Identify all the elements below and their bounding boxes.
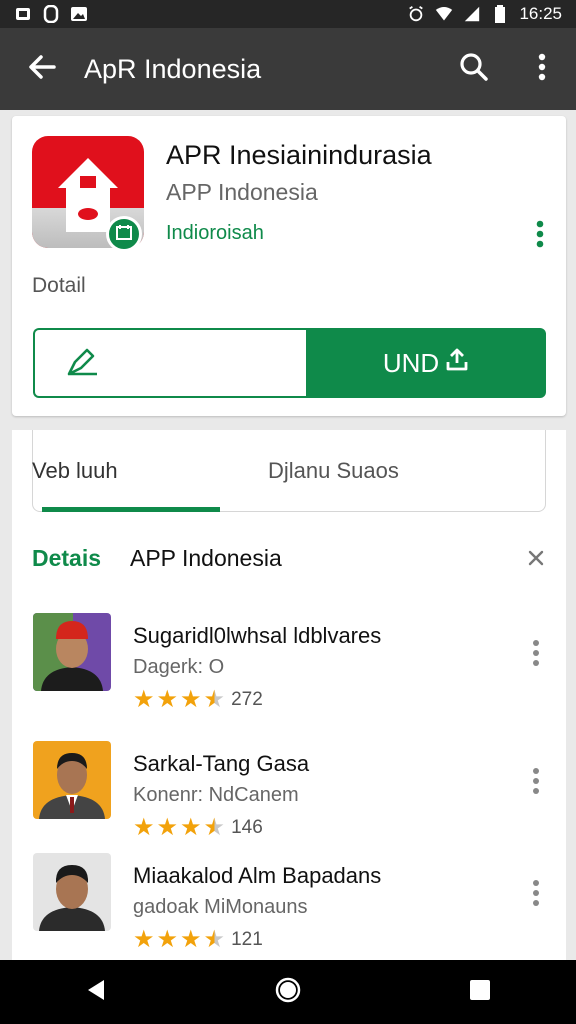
item-more-button[interactable] <box>522 875 550 915</box>
edit-button[interactable] <box>33 328 306 398</box>
page-title: ApR Indonesia <box>84 53 262 84</box>
star-icon: ★ <box>156 814 179 841</box>
nav-home-button[interactable] <box>258 962 318 1022</box>
search-button[interactable] <box>440 28 508 110</box>
tab-second[interactable]: Djlanu Suaos <box>268 430 399 512</box>
close-icon <box>526 548 546 573</box>
arrow-left-icon <box>27 52 57 87</box>
rating-stars: ★ ★ ★ ★ 272 <box>133 688 263 712</box>
overflow-menu-button[interactable] <box>508 28 576 110</box>
nav-back-button[interactable] <box>66 962 126 1022</box>
rating-stars: ★ ★ ★ ★ 121 <box>133 928 263 952</box>
clock: 16:25 <box>519 4 562 23</box>
app-category[interactable]: Indioroisah <box>166 222 264 245</box>
more-vertical-icon <box>538 53 546 86</box>
nav-recents-icon <box>469 979 491 1006</box>
item-name: Sugaridl0lwhsal ldblvares <box>133 623 382 648</box>
avatar <box>33 853 111 931</box>
star-icon: ★ <box>156 686 179 713</box>
item-more-button[interactable] <box>522 763 550 803</box>
system-nav-bar <box>0 960 576 1024</box>
edit-icon <box>65 344 101 383</box>
list-item[interactable]: Miaakalod Alm Bapadans gadoak MiMonauns … <box>12 853 566 973</box>
close-button[interactable] <box>520 544 552 576</box>
signal-icon <box>463 5 481 23</box>
star-half-icon: ★ <box>203 926 226 953</box>
image-icon <box>70 5 88 23</box>
search-icon <box>459 52 489 87</box>
item-name: Sarkal-Tang Gasa <box>133 751 310 776</box>
item-more-button[interactable] <box>522 635 550 675</box>
sim-icon <box>42 5 60 23</box>
upload-icon <box>445 348 469 379</box>
calendar-icon <box>115 223 133 246</box>
alarm-icon <box>407 5 425 23</box>
battery-icon <box>491 5 509 23</box>
nav-back-icon <box>84 978 108 1007</box>
list-item[interactable]: Sugaridl0lwhsal ldblvares Dagerk: O ★ ★ … <box>12 613 566 733</box>
nav-home-icon <box>274 976 302 1009</box>
item-subtitle: Dagerk: O <box>133 656 225 678</box>
app-bar: ApR Indonesia <box>0 28 576 110</box>
rating-count: 146 <box>231 817 263 838</box>
sync-icon <box>14 5 32 23</box>
rating-count: 121 <box>231 929 263 950</box>
app-more-button[interactable] <box>526 218 554 254</box>
avatar <box>33 613 111 691</box>
star-icon: ★ <box>133 686 155 713</box>
app-name: APR Inesiainindurasia <box>166 140 432 170</box>
star-icon: ★ <box>133 926 155 953</box>
star-icon: ★ <box>133 814 155 841</box>
section-subtitle: APP Indonesia <box>130 545 282 571</box>
back-button[interactable] <box>0 28 84 110</box>
item-subtitle: Konenr: NdCanem <box>133 784 299 806</box>
nav-recents-button[interactable] <box>450 962 510 1022</box>
more-vertical-icon <box>536 220 544 253</box>
detail-label: Dotail <box>32 274 86 297</box>
star-half-icon: ★ <box>203 686 226 713</box>
tab-first[interactable]: Veb luuh <box>32 430 118 512</box>
more-vertical-icon <box>532 879 540 912</box>
rating-stars: ★ ★ ★ ★ 146 <box>133 816 263 840</box>
item-subtitle: gadoak MiMonauns <box>133 896 308 918</box>
status-bar: 16:25 <box>0 0 576 28</box>
verified-badge <box>106 216 142 252</box>
more-vertical-icon <box>532 767 540 800</box>
rating-count: 272 <box>231 689 263 710</box>
install-button[interactable]: UND <box>306 328 546 398</box>
star-icon: ★ <box>180 926 202 953</box>
wifi-icon <box>435 5 453 23</box>
item-name: Miaakalod Alm Bapadans <box>133 863 382 888</box>
app-details-card: APR Inesiainindurasia APP Indonesia Indi… <box>12 116 566 416</box>
list-item[interactable]: Sarkal-Tang Gasa Konenr: NdCanem ★ ★ ★ ★… <box>12 741 566 861</box>
star-half-icon: ★ <box>203 814 226 841</box>
install-button-label: UND <box>382 347 440 378</box>
avatar <box>33 741 111 819</box>
tab-indicator <box>42 507 220 512</box>
star-icon: ★ <box>180 814 202 841</box>
star-icon: ★ <box>180 686 202 713</box>
results-card: Veb luuh Djlanu Suaos Detais APP Indones… <box>12 430 566 964</box>
more-vertical-icon <box>532 639 540 672</box>
section-title: Detais <box>32 545 102 571</box>
app-developer: APP Indonesia <box>166 179 318 205</box>
star-icon: ★ <box>156 926 179 953</box>
